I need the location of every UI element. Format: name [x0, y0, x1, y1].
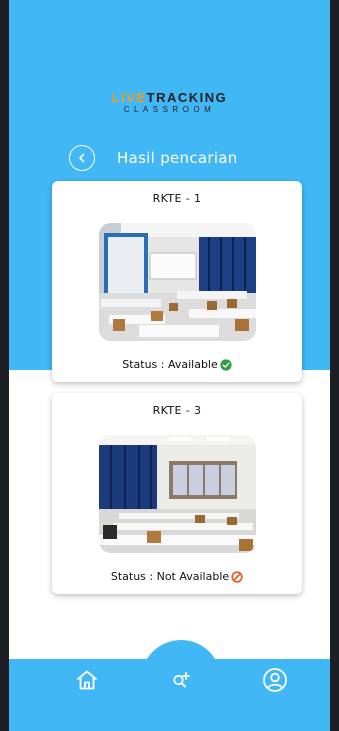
logo-main-text: TRACKING	[146, 90, 228, 105]
profile-icon[interactable]	[262, 667, 288, 697]
search-add-button[interactable]	[141, 640, 221, 720]
classroom-photo	[99, 223, 256, 341]
classroom-photo	[99, 435, 256, 553]
room-name: RKTE - 1	[152, 192, 202, 205]
status-row: Status : Not Available	[52, 570, 302, 583]
app-screen: LIVETRACKING CLASSROOM Hasil pencarian R…	[9, 0, 330, 731]
logo-title: LIVETRACKING	[9, 90, 330, 105]
search-add-icon	[173, 672, 190, 688]
logo-subtitle: CLASSROOM	[123, 105, 216, 114]
page-title: Hasil pencarian	[117, 149, 238, 167]
prohibited-icon	[231, 570, 243, 583]
status-text: Status : Not Available	[110, 570, 230, 583]
back-button[interactable]	[69, 145, 95, 171]
room-name: RKTE - 3	[152, 404, 202, 417]
chevron-left-icon	[79, 153, 85, 163]
app-logo: LIVETRACKING CLASSROOM	[9, 90, 330, 114]
logo-accent-text: LIVE	[111, 90, 147, 105]
page-header: Hasil pencarian	[69, 144, 238, 172]
result-card[interactable]: RKTE - 1 Status: Available	[52, 181, 302, 382]
check-circle-icon	[220, 358, 232, 371]
home-icon[interactable]	[75, 668, 99, 696]
result-card[interactable]: RKTE - 3 Status: Not Available	[52, 393, 302, 594]
status-row: Status : Available	[52, 358, 302, 371]
status-text: Status : Available	[122, 358, 218, 371]
